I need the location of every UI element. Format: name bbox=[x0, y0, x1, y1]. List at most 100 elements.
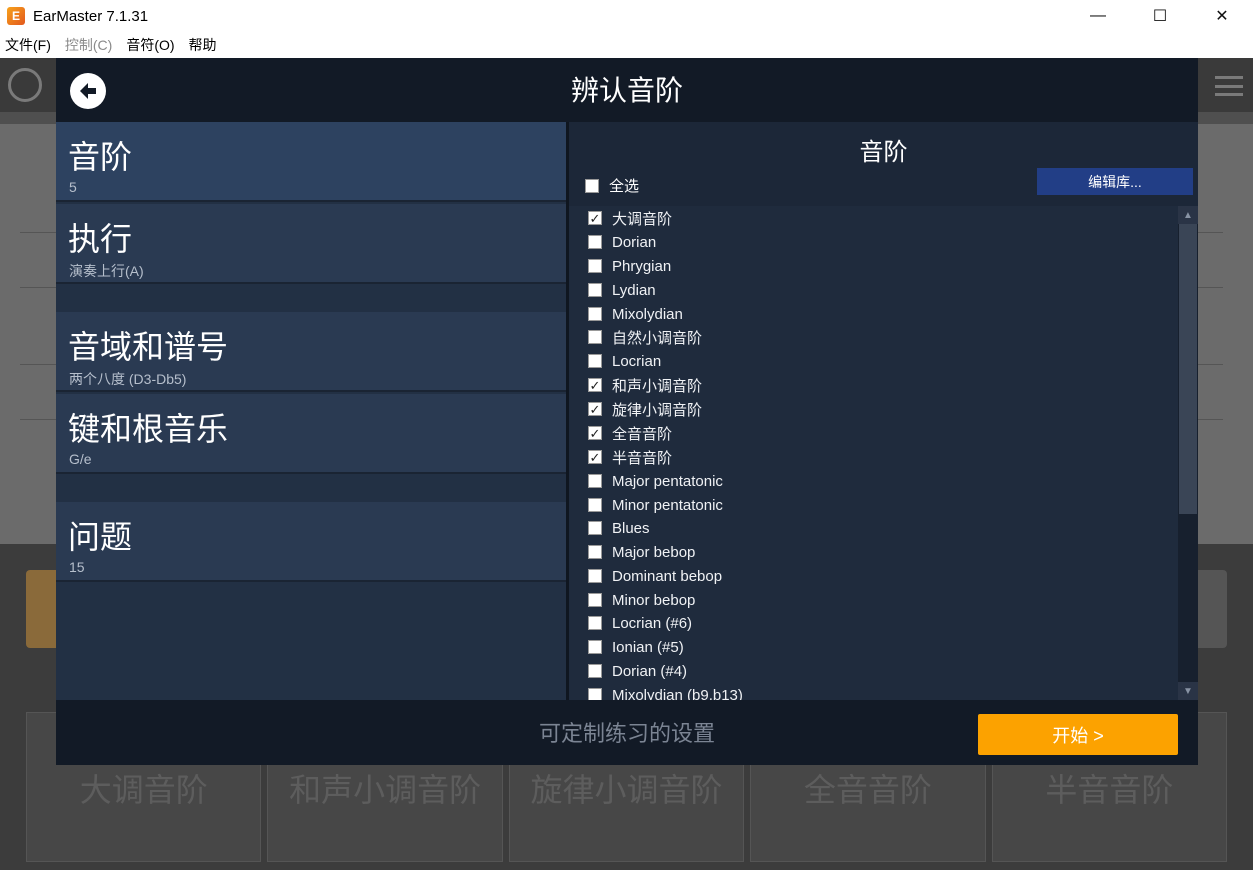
setting-label: 键和根音乐 bbox=[68, 411, 229, 447]
scale-item-label: Dorian (#4) bbox=[612, 662, 688, 680]
checkbox-unchecked-icon bbox=[588, 569, 602, 583]
maximize-button[interactable]: ☐ bbox=[1129, 0, 1191, 32]
scale-item-label: 自然小调音阶 bbox=[612, 329, 703, 347]
settings-separator bbox=[56, 476, 566, 500]
checkbox-checked-icon: ✓ bbox=[588, 449, 602, 465]
checkbox-unchecked-icon bbox=[588, 474, 602, 488]
setting-value: 两个八度 (D3-Db5) bbox=[69, 371, 187, 387]
scale-item[interactable]: ✓ 和声小调音阶 bbox=[569, 373, 1169, 397]
scroll-down-arrow-icon[interactable]: ▼ bbox=[1178, 682, 1198, 700]
checkbox-unchecked-icon bbox=[585, 178, 599, 193]
scale-item[interactable]: Locrian (#6) bbox=[569, 611, 1169, 635]
scale-item[interactable]: Phrygian bbox=[569, 254, 1169, 278]
setting-playback[interactable]: 执行 演奏上行(A) bbox=[56, 204, 566, 284]
scale-item-label: Locrian bbox=[612, 352, 662, 370]
start-button[interactable]: 开始 > bbox=[978, 714, 1178, 755]
back-button[interactable] bbox=[70, 73, 106, 109]
select-all-checkbox[interactable]: 全选 bbox=[585, 175, 639, 196]
checkbox-unchecked-icon bbox=[588, 521, 602, 535]
scale-item[interactable]: Dominant bebop bbox=[569, 564, 1169, 588]
scale-item[interactable]: ✓ 旋律小调音阶 bbox=[569, 397, 1169, 421]
scale-item[interactable]: Mixolydian bbox=[569, 302, 1169, 326]
checkbox-unchecked-icon bbox=[588, 688, 602, 700]
scale-item-label: Locrian (#6) bbox=[612, 614, 693, 632]
menu-control[interactable]: 控制(C) bbox=[65, 35, 112, 55]
scale-item-label: 全音音阶 bbox=[612, 425, 673, 443]
app-logo-icon: E bbox=[7, 7, 25, 25]
scroll-up-arrow-icon[interactable]: ▲ bbox=[1178, 206, 1198, 224]
scale-item[interactable]: Blues bbox=[569, 516, 1169, 540]
scale-item[interactable]: 自然小调音阶 bbox=[569, 325, 1169, 349]
scale-item-label: Dominant bebop bbox=[612, 567, 723, 585]
select-all-label: 全选 bbox=[609, 178, 640, 195]
edit-library-button[interactable]: 编辑库... bbox=[1037, 168, 1193, 195]
checkbox-unchecked-icon bbox=[588, 235, 602, 249]
checkbox-unchecked-icon bbox=[588, 545, 602, 559]
scale-item[interactable]: Major bebop bbox=[569, 540, 1169, 564]
background-hamburger-icon bbox=[1215, 76, 1243, 96]
scrollbar-thumb[interactable] bbox=[1179, 224, 1197, 514]
close-button[interactable]: ✕ bbox=[1191, 0, 1253, 32]
scale-item[interactable]: Dorian (#4) bbox=[569, 659, 1169, 683]
setting-value: G/e bbox=[69, 451, 92, 467]
scale-item[interactable]: Minor bebop bbox=[569, 588, 1169, 612]
settings-dialog: 辨认音阶 音阶 5 执行 演奏上行(A) 音域和谱号 两个八度 (D3-Db5)… bbox=[56, 58, 1198, 765]
scales-panel-title: 音阶 bbox=[859, 139, 908, 166]
setting-value: 5 bbox=[69, 179, 77, 195]
checkbox-unchecked-icon bbox=[588, 259, 602, 273]
minimize-button[interactable]: — bbox=[1067, 0, 1129, 32]
window-title: EarMaster 7.1.31 bbox=[33, 7, 149, 25]
scale-item[interactable]: ✓ 全音音阶 bbox=[569, 421, 1169, 445]
checkbox-unchecked-icon bbox=[588, 593, 602, 607]
settings-separator bbox=[56, 286, 566, 310]
checkbox-unchecked-icon bbox=[588, 330, 602, 344]
scale-item[interactable]: Mixolydian (b9,b13) bbox=[569, 683, 1169, 700]
scale-item-label: Minor pentatonic bbox=[612, 496, 723, 514]
setting-key-root[interactable]: 键和根音乐 G/e bbox=[56, 394, 566, 474]
window-titlebar: E EarMaster 7.1.31 — ☐ ✕ bbox=[0, 0, 1253, 32]
checkbox-unchecked-icon bbox=[588, 640, 602, 654]
checkbox-unchecked-icon bbox=[588, 283, 602, 297]
checkbox-unchecked-icon bbox=[588, 307, 602, 321]
scale-item-label: Blues bbox=[612, 519, 650, 537]
scale-item-label: Major pentatonic bbox=[612, 472, 723, 490]
scale-item[interactable]: ✓ 半音音阶 bbox=[569, 445, 1169, 469]
scale-item-label: Minor bebop bbox=[612, 591, 696, 609]
setting-scales[interactable]: 音阶 5 bbox=[56, 122, 566, 202]
menu-notes[interactable]: 音符(O) bbox=[126, 35, 174, 55]
menu-bar: 文件(F) 控制(C) 音符(O) 帮助 bbox=[0, 32, 1253, 58]
menu-help[interactable]: 帮助 bbox=[189, 35, 217, 55]
setting-label: 音域和谱号 bbox=[68, 329, 229, 365]
menu-file[interactable]: 文件(F) bbox=[5, 35, 51, 55]
scale-item[interactable]: Lydian bbox=[569, 278, 1169, 302]
checkbox-checked-icon: ✓ bbox=[588, 425, 602, 441]
scale-item-label: 和声小调音阶 bbox=[612, 377, 703, 395]
checkbox-checked-icon: ✓ bbox=[588, 377, 602, 393]
dialog-footer: 可定制练习的设置 开始 > bbox=[56, 700, 1198, 765]
dialog-title: 辨认音阶 bbox=[570, 75, 683, 106]
setting-value: 演奏上行(A) bbox=[69, 263, 144, 279]
scale-item[interactable]: Dorian bbox=[569, 230, 1169, 254]
scale-item-label: Lydian bbox=[612, 281, 656, 299]
checkbox-unchecked-icon bbox=[588, 354, 602, 368]
scales-panel: 音阶 全选 编辑库... ✓ 大调音阶 Dorian Phrygian Lydia… bbox=[569, 122, 1198, 700]
scale-item[interactable]: ✓ 大调音阶 bbox=[569, 206, 1169, 230]
setting-range-clef[interactable]: 音域和谱号 两个八度 (D3-Db5) bbox=[56, 312, 566, 392]
window-controls: — ☐ ✕ bbox=[1067, 0, 1253, 32]
scales-scrollbar[interactable]: ▲ ▼ bbox=[1178, 206, 1198, 700]
scale-item-label: Ionian (#5) bbox=[612, 638, 684, 656]
scale-item[interactable]: Ionian (#5) bbox=[569, 635, 1169, 659]
setting-label: 音阶 bbox=[68, 139, 133, 175]
setting-value: 15 bbox=[69, 559, 85, 575]
scale-item-label: Mixolydian (b9,b13) bbox=[612, 686, 743, 701]
scale-item[interactable]: Minor pentatonic bbox=[569, 493, 1169, 517]
scale-item-label: Phrygian bbox=[612, 257, 672, 275]
scale-item-label: Mixolydian bbox=[612, 305, 683, 323]
setting-label: 问题 bbox=[68, 519, 133, 555]
scale-item[interactable]: Major pentatonic bbox=[569, 469, 1169, 493]
setting-questions[interactable]: 问题 15 bbox=[56, 502, 566, 582]
scale-item-label: Major bebop bbox=[612, 543, 696, 561]
checkbox-unchecked-icon bbox=[588, 498, 602, 512]
scale-item[interactable]: Locrian bbox=[569, 349, 1169, 373]
dialog-header: 辨认音阶 bbox=[56, 58, 1198, 122]
